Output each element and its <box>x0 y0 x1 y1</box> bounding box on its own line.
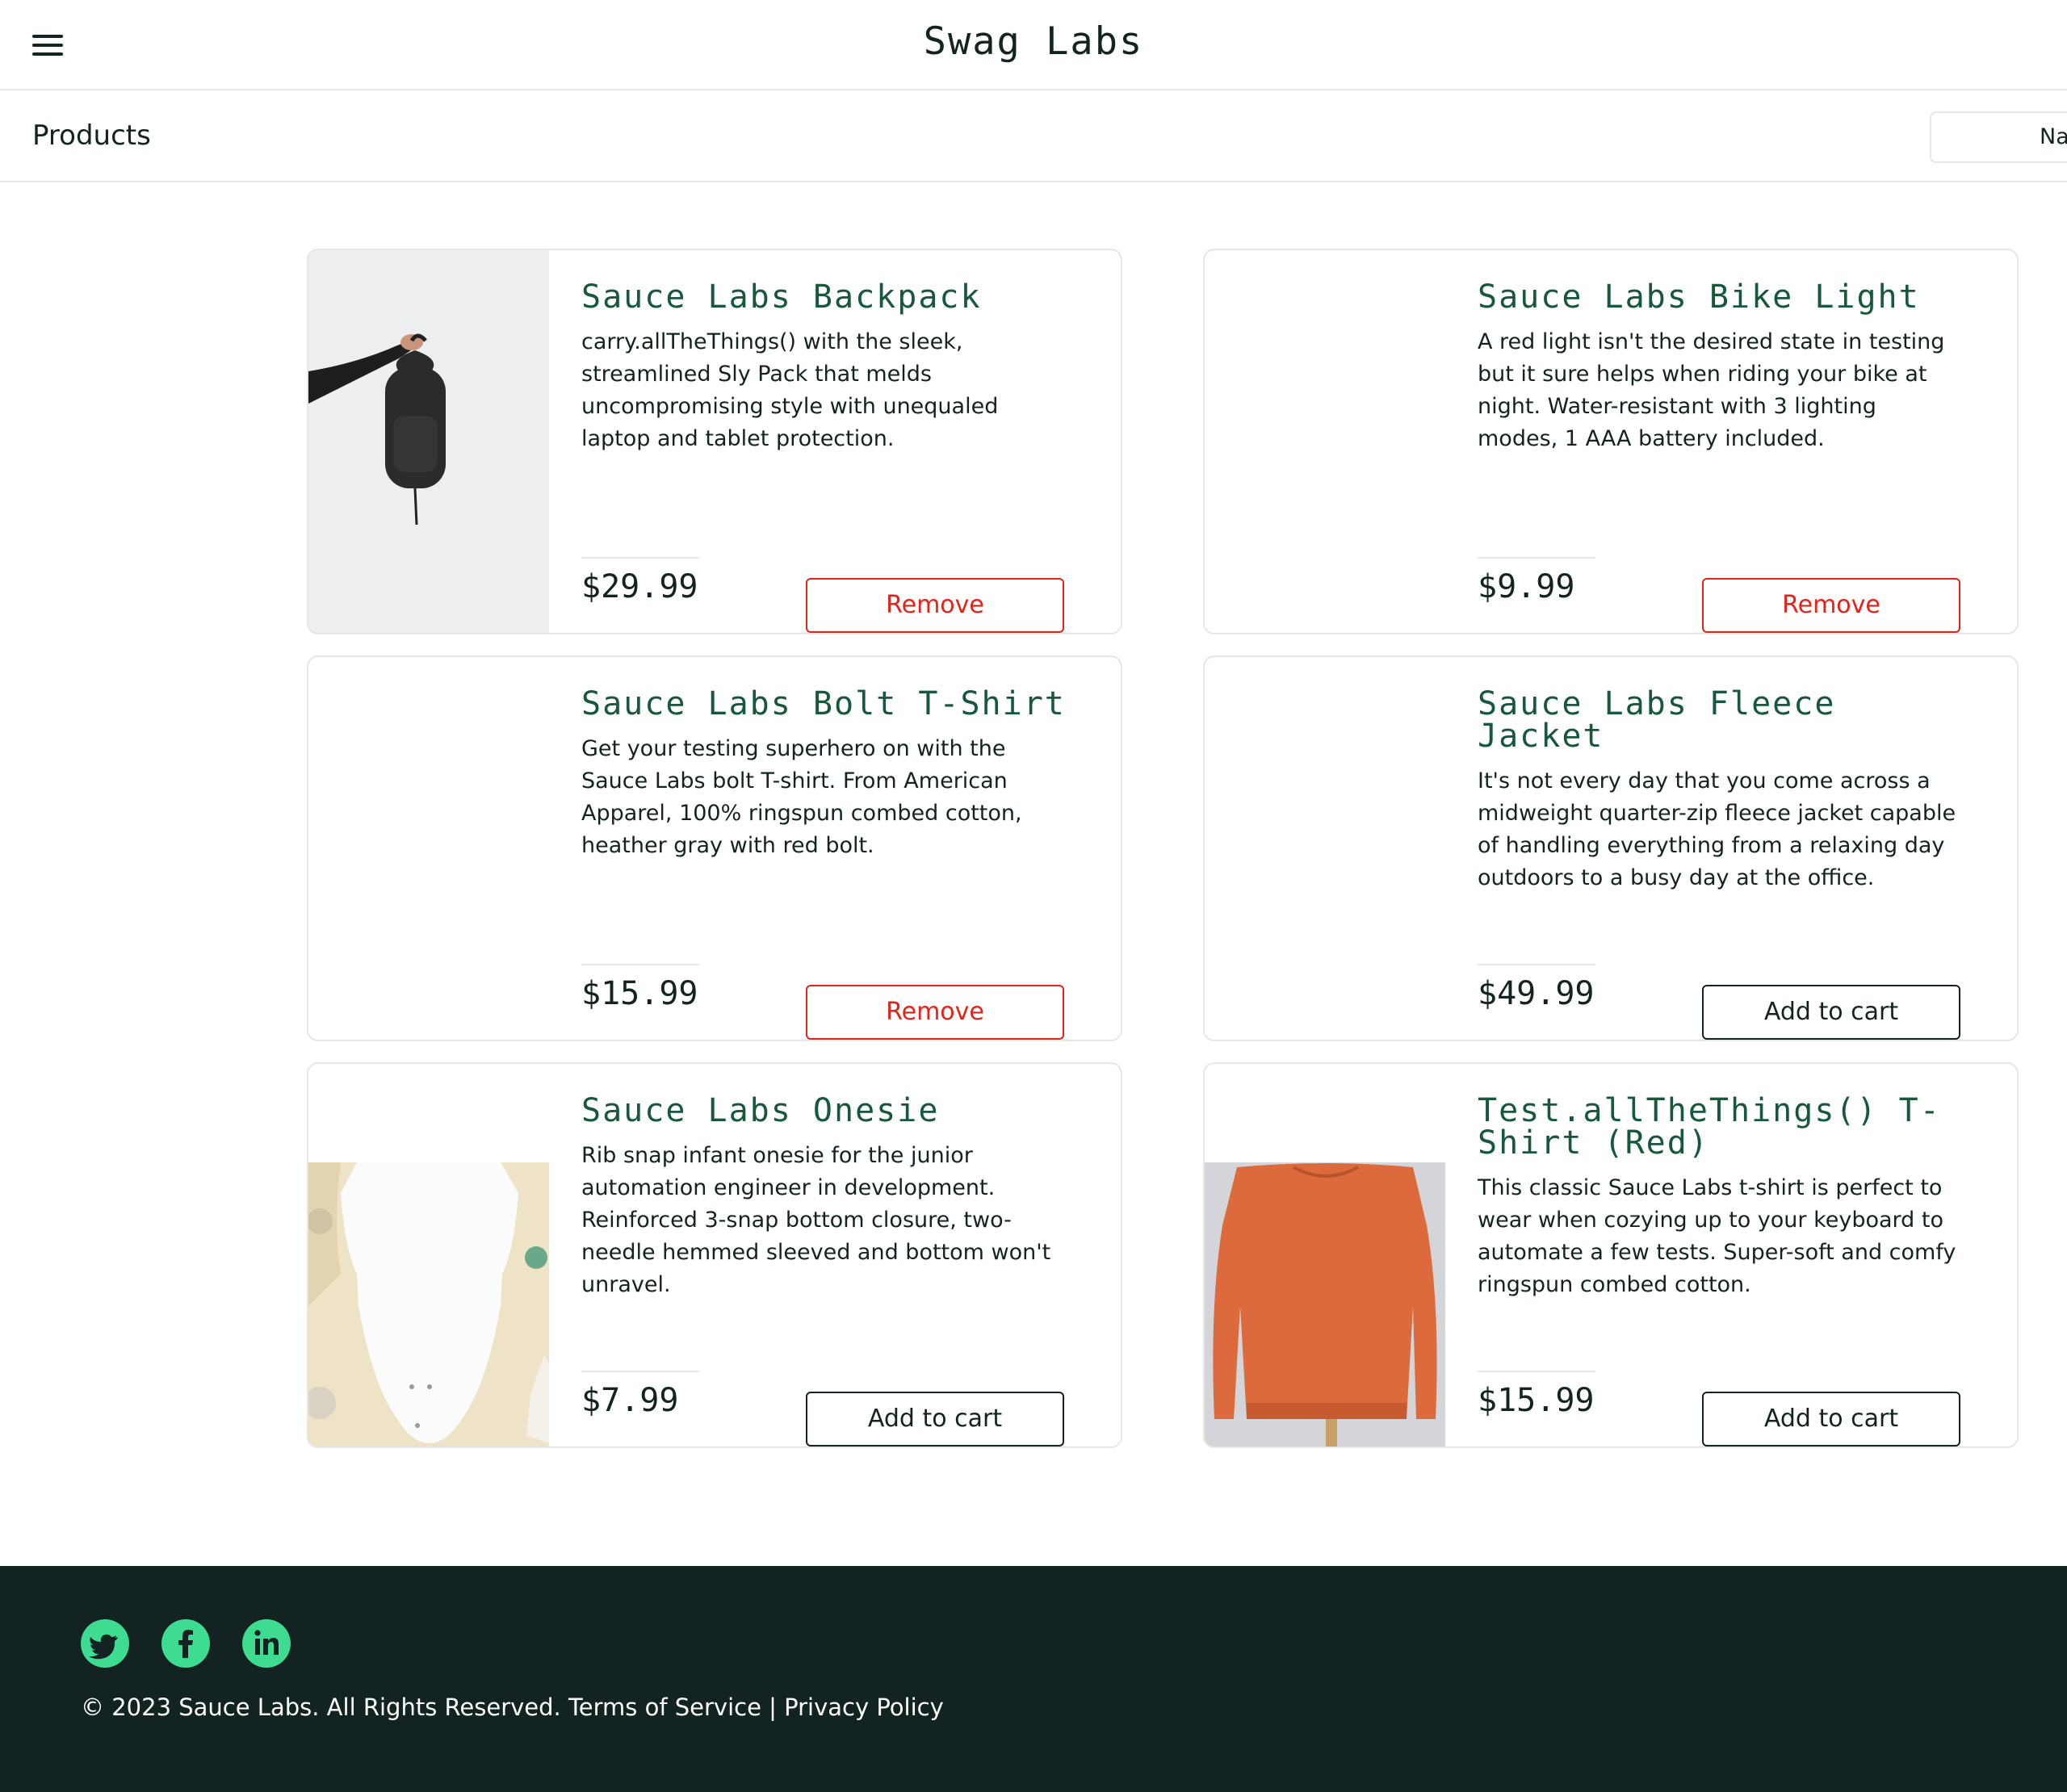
product-name[interactable]: Test.allTheThings() T-Shirt (Red) <box>1478 1095 1962 1159</box>
copyright-text: © 2023 Sauce Labs. All Rights Reserved. … <box>81 1694 944 1721</box>
product-price: $7.99 <box>581 1382 679 1419</box>
product-name[interactable]: Sauce Labs Bike Light <box>1478 281 1962 313</box>
product-price: $29.99 <box>581 568 698 605</box>
product-name[interactable]: Sauce Labs Bolt T-Shirt <box>581 688 1066 720</box>
product-price: $15.99 <box>1478 1382 1595 1419</box>
inventory-item: Sauce Labs Bolt T-Shirt Get your testing… <box>307 655 1122 1041</box>
page-title: Products <box>32 119 151 152</box>
product-image-red-tshirt[interactable] <box>1205 1064 1445 1447</box>
twitter-icon[interactable] <box>81 1619 129 1668</box>
product-image-onesie[interactable] <box>308 1064 549 1447</box>
footer: © 2023 Sauce Labs. All Rights Reserved. … <box>0 1566 2067 1792</box>
product-description: A red light isn't the desired state in t… <box>1478 329 1945 451</box>
product-name[interactable]: Sauce Labs Backpack <box>581 281 1066 313</box>
add-to-cart-button[interactable]: Add to cart <box>1702 985 1960 1040</box>
inventory-item: Sauce Labs Fleece Jacket It's not every … <box>1203 655 2019 1041</box>
product-price: $49.99 <box>1478 975 1595 1012</box>
product-image-fleece-jacket[interactable] <box>1205 657 1445 1040</box>
app-title: Swag Labs <box>923 19 1144 64</box>
product-description: It's not every day that you come across … <box>1478 768 1956 890</box>
price-divider <box>581 964 699 965</box>
inventory-item: Sauce Labs Bike Light A red light isn't … <box>1203 249 2019 634</box>
sort-dropdown[interactable]: Name (A to Z) <box>1930 111 2067 163</box>
price-divider <box>581 1371 699 1372</box>
inventory-item: Sauce Labs Onesie Rib snap infant onesie… <box>307 1062 1122 1448</box>
price-divider <box>1478 1371 1595 1372</box>
price-divider <box>1478 964 1595 965</box>
secondary-header: Products Name (A to Z) <box>0 90 2067 182</box>
add-to-cart-button[interactable]: Add to cart <box>1702 1392 1960 1447</box>
product-description: carry.allTheThings() with the sleek, str… <box>581 329 999 451</box>
product-description: Rib snap infant onesie for the junior au… <box>581 1143 1051 1297</box>
product-image-bike-light[interactable] <box>1205 250 1445 633</box>
product-image-backpack[interactable] <box>308 250 549 633</box>
price-divider <box>581 557 699 559</box>
remove-button[interactable]: Remove <box>1702 578 1960 633</box>
inventory-item: Sauce Labs Backpack carry.allTheThings()… <box>307 249 1122 634</box>
product-image-bolt-tshirt[interactable] <box>308 657 549 1040</box>
facebook-icon[interactable] <box>161 1619 210 1668</box>
product-price: $9.99 <box>1478 568 1575 605</box>
product-name[interactable]: Sauce Labs Onesie <box>581 1095 1066 1127</box>
remove-button[interactable]: Remove <box>806 985 1064 1040</box>
product-price: $15.99 <box>581 975 698 1012</box>
price-divider <box>1478 557 1595 559</box>
inventory-item: Test.allTheThings() T-Shirt (Red) This c… <box>1203 1062 2019 1448</box>
product-name[interactable]: Sauce Labs Fleece Jacket <box>1478 688 1962 752</box>
linkedin-icon[interactable] <box>242 1619 291 1668</box>
product-description: This classic Sauce Labs t-shirt is perfe… <box>1478 1175 1956 1297</box>
product-description: Get your testing superhero on with the S… <box>581 736 1022 858</box>
remove-button[interactable]: Remove <box>806 578 1064 633</box>
add-to-cart-button[interactable]: Add to cart <box>806 1392 1064 1447</box>
app-header: Swag Labs <box>0 0 2067 90</box>
